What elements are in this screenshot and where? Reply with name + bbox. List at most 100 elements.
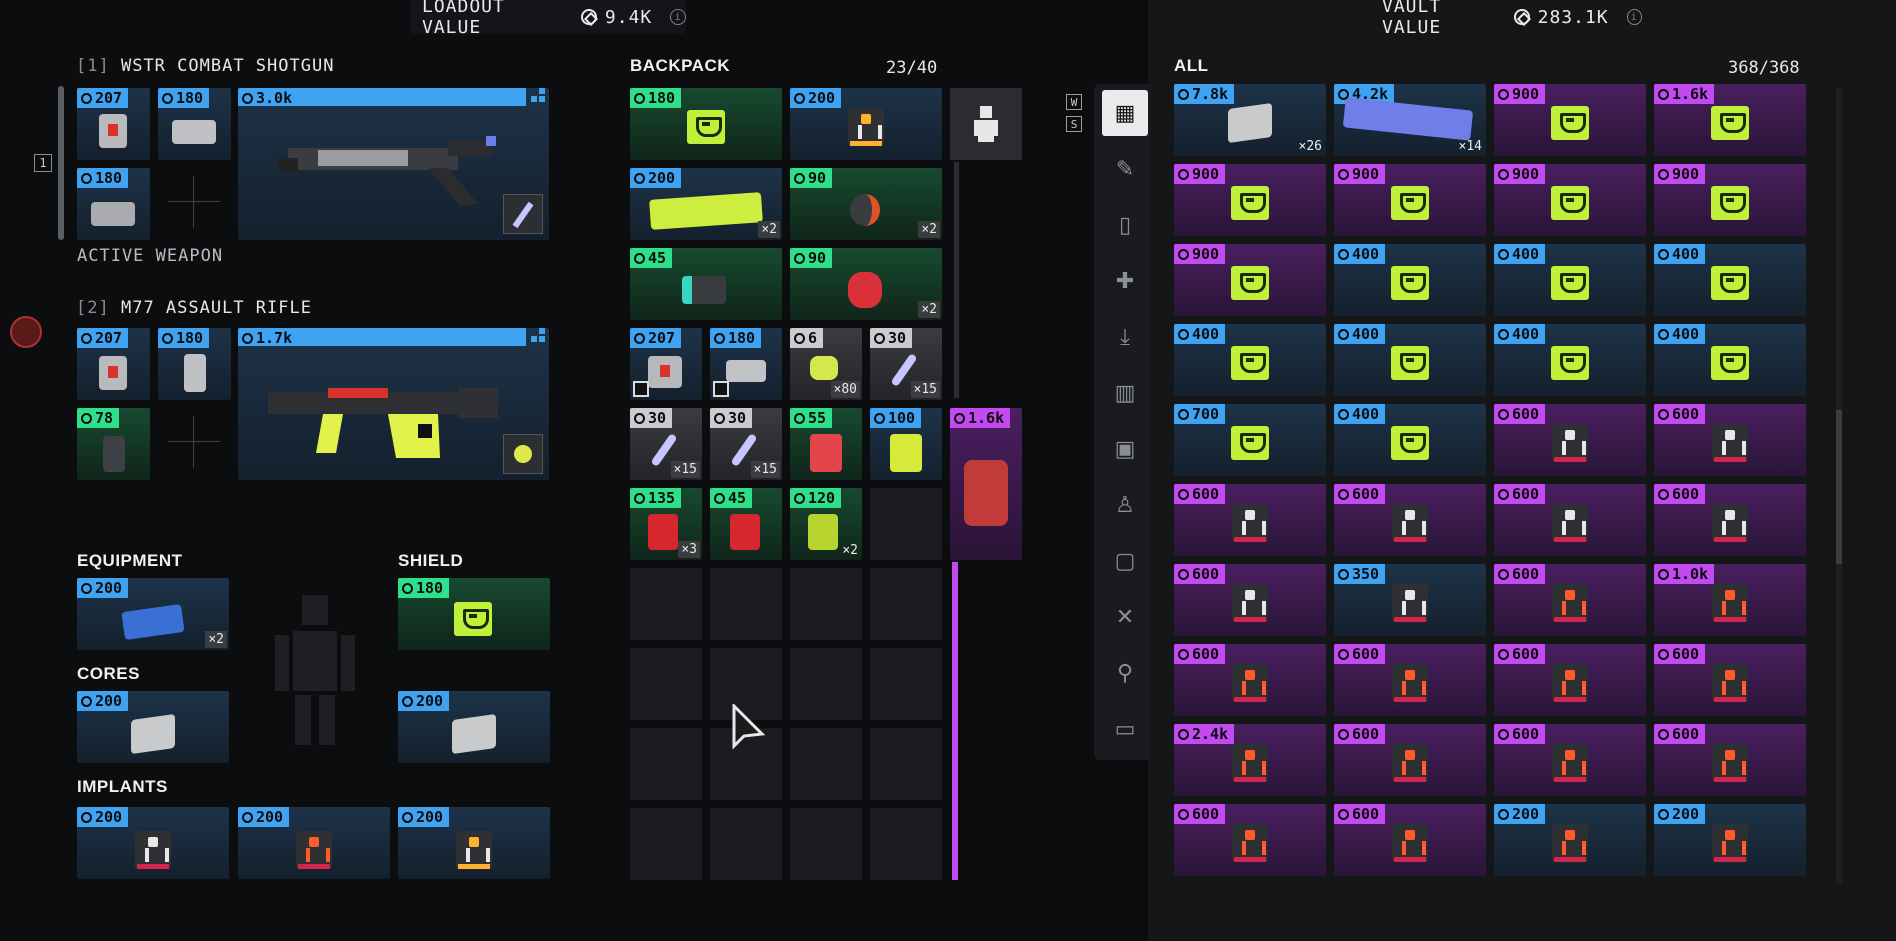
vault-item[interactable]: 600	[1654, 404, 1806, 476]
vault-item[interactable]: 400	[1174, 324, 1326, 396]
info-icon[interactable]: i	[1626, 9, 1642, 25]
backpack-item[interactable]: 55	[790, 408, 862, 480]
vault-item[interactable]: 600	[1334, 724, 1486, 796]
vault-item[interactable]: 900	[1494, 84, 1646, 156]
weapon-2-mod-slot[interactable]: 180	[158, 328, 231, 400]
vault-item[interactable]: 4.2k ×14	[1334, 84, 1486, 156]
backpack-item[interactable]: 135 ×3	[630, 488, 702, 560]
cup-icon[interactable]: ▯	[1102, 202, 1148, 248]
ammo-icon[interactable]: ▥	[1102, 370, 1148, 416]
backpack-item[interactable]: 100	[870, 408, 942, 480]
empty-backpack-slot[interactable]	[870, 488, 942, 560]
backpack-item[interactable]: 30 ×15	[630, 408, 702, 480]
vault-item[interactable]: 600	[1654, 644, 1806, 716]
key-icon[interactable]: ⚲	[1102, 650, 1148, 696]
vault-item[interactable]: 600	[1494, 724, 1646, 796]
implant-slot[interactable]: 200	[238, 807, 390, 879]
empty-backpack-slot[interactable]	[630, 568, 702, 640]
vault-item[interactable]: 600	[1174, 804, 1326, 876]
vault-item[interactable]: 600	[1654, 484, 1806, 556]
implant-slot[interactable]: 200	[398, 807, 550, 879]
vault-item[interactable]: 900	[1174, 164, 1326, 236]
vault-item[interactable]: 400	[1334, 404, 1486, 476]
vault-item[interactable]: 600	[1334, 484, 1486, 556]
figure-icon[interactable]: ♙	[1102, 482, 1148, 528]
backpack-side-item[interactable]: 1.6k	[950, 408, 1022, 560]
inbox-icon[interactable]: ⤓	[1102, 314, 1148, 360]
weapon-1-mod-slot[interactable]: 180	[77, 168, 150, 240]
backpack-scrollbar[interactable]	[954, 162, 959, 398]
pencil-icon[interactable]: ✎	[1102, 146, 1148, 192]
vault-item[interactable]: 600	[1494, 644, 1646, 716]
vault-item[interactable]: 600	[1334, 644, 1486, 716]
vault-item[interactable]: 1.0k	[1654, 564, 1806, 636]
weapon-1-card[interactable]: 3.0k	[238, 88, 549, 240]
vault-item[interactable]: 2.4k	[1174, 724, 1326, 796]
backpack-item[interactable]: 180	[710, 328, 782, 400]
empty-backpack-slot[interactable]	[790, 648, 862, 720]
vault-item[interactable]: 7.8k ×26	[1174, 84, 1326, 156]
empty-mod-slot[interactable]	[164, 172, 224, 232]
vault-item[interactable]: 400	[1494, 324, 1646, 396]
empty-backpack-slot[interactable]	[630, 648, 702, 720]
backpack-item[interactable]: 180	[630, 88, 782, 160]
weapon-2-mod-slot[interactable]: 207	[77, 328, 150, 400]
vault-scrollbar-thumb[interactable]	[1836, 410, 1842, 564]
empty-backpack-slot[interactable]	[790, 728, 862, 800]
empty-mod-slot[interactable]	[164, 412, 224, 472]
vault-item[interactable]: 600	[1174, 644, 1326, 716]
backpack-item[interactable]: 6 ×80	[790, 328, 862, 400]
empty-backpack-slot[interactable]	[710, 808, 782, 880]
weapon-2-mod-slot[interactable]: 78	[77, 408, 150, 480]
vault-item[interactable]: 900	[1494, 164, 1646, 236]
backpack-item[interactable]: 200	[790, 88, 942, 160]
vault-item[interactable]: 200	[1654, 804, 1806, 876]
vault-item[interactable]: 200	[1494, 804, 1646, 876]
empty-backpack-slot[interactable]	[790, 568, 862, 640]
empty-backpack-slot[interactable]	[870, 808, 942, 880]
vault-item[interactable]: 600	[1174, 564, 1326, 636]
vault-item[interactable]: 400	[1334, 324, 1486, 396]
backpack-character-tab[interactable]	[950, 88, 1022, 160]
empty-backpack-slot[interactable]	[870, 568, 942, 640]
frame-icon[interactable]: ▢	[1102, 538, 1148, 584]
vault-item[interactable]: 900	[1174, 244, 1326, 316]
weapon-2-card[interactable]: 1.7k	[238, 328, 549, 480]
core-slot[interactable]: 200	[398, 691, 550, 763]
empty-backpack-slot[interactable]	[710, 568, 782, 640]
chip-icon[interactable]: ▣	[1102, 426, 1148, 472]
empty-backpack-slot[interactable]	[870, 728, 942, 800]
vault-item[interactable]: 600	[1334, 804, 1486, 876]
panel-icon[interactable]: ▭	[1102, 706, 1148, 752]
weapon-scrollbar[interactable]	[58, 86, 64, 240]
weapon-1-mod-slot[interactable]: 180	[158, 88, 231, 160]
vault-item[interactable]: 600	[1654, 724, 1806, 796]
vault-item[interactable]: 600	[1494, 404, 1646, 476]
empty-backpack-slot[interactable]	[630, 808, 702, 880]
empty-backpack-slot[interactable]	[870, 648, 942, 720]
vault-item[interactable]: 600	[1494, 564, 1646, 636]
info-icon[interactable]: i	[670, 9, 686, 25]
grid-icon[interactable]: ▦	[1102, 90, 1148, 136]
backpack-item[interactable]: 45	[710, 488, 782, 560]
backpack-item[interactable]: 207	[630, 328, 702, 400]
empty-backpack-slot[interactable]	[630, 728, 702, 800]
vault-item[interactable]: 600	[1494, 484, 1646, 556]
backpack-item[interactable]: 30 ×15	[710, 408, 782, 480]
core-slot[interactable]: 200	[77, 691, 229, 763]
vault-item[interactable]: 600	[1174, 484, 1326, 556]
empty-backpack-slot[interactable]	[790, 808, 862, 880]
backpack-item[interactable]: 45	[630, 248, 782, 320]
vault-item[interactable]: 400	[1494, 244, 1646, 316]
backpack-item[interactable]: 30 ×15	[870, 328, 942, 400]
vault-item[interactable]: 900	[1654, 164, 1806, 236]
shield-slot[interactable]: 180	[398, 578, 550, 650]
vault-item[interactable]: 900	[1334, 164, 1486, 236]
vault-item[interactable]: 350	[1334, 564, 1486, 636]
vault-item[interactable]: 700	[1174, 404, 1326, 476]
backpack-item[interactable]: 90 ×2	[790, 248, 942, 320]
weapon-1-mod-slot[interactable]: 207	[77, 88, 150, 160]
close-box-icon[interactable]: ✕	[1102, 594, 1148, 640]
vault-item[interactable]: 1.6k	[1654, 84, 1806, 156]
medkit-icon[interactable]: ✚	[1102, 258, 1148, 304]
